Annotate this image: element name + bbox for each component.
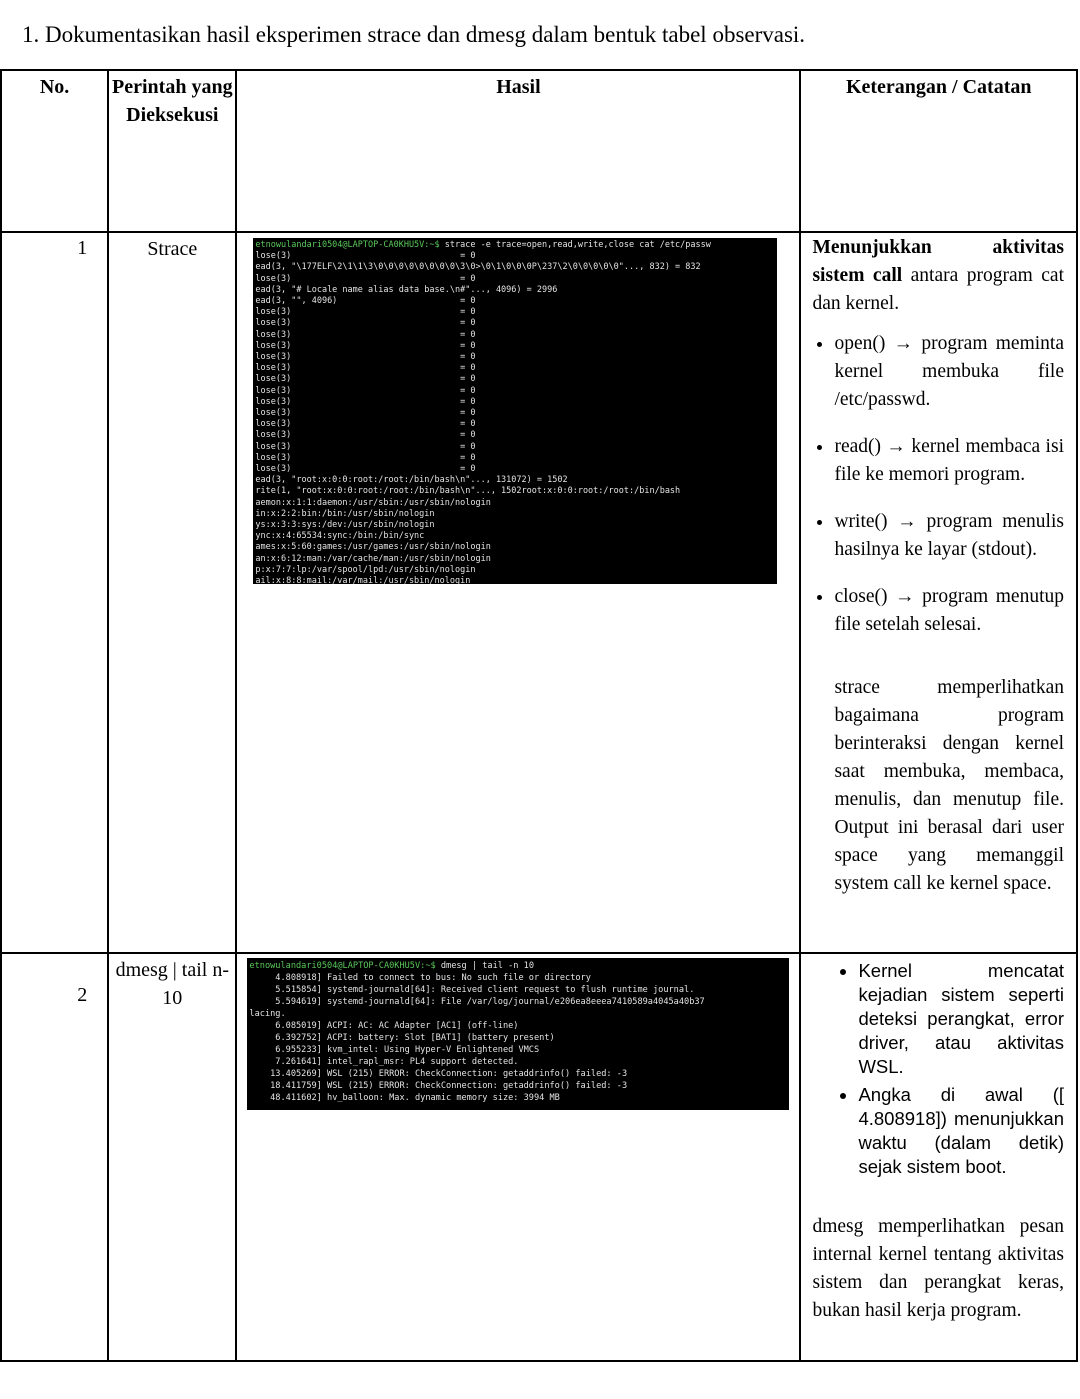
row-number: 2 — [0, 952, 110, 1362]
terminal-line: lose(3) = 0 — [255, 408, 476, 419]
terminal-line: aemon:x:1:1:daemon:/usr/sbin:/usr/sbin/n… — [255, 497, 491, 508]
terminal-line: 18.411759] WSL (215) ERROR: CheckConnect… — [249, 1081, 628, 1091]
list-item: write() → program menulis hasilnya ke la… — [834, 508, 1064, 564]
table-header-row: No. Perintah yang Dieksekusi Hasil Keter… — [0, 69, 1078, 233]
header-notes: Keterangan / Catatan — [799, 69, 1078, 233]
terminal-line: rite(1, "root:x:0:0:root:/root:/bin/bash… — [255, 486, 681, 497]
terminal-line: lacing. — [249, 1009, 286, 1019]
notes-bullet-list: Kernel mencatat kejadian sistem seperti … — [812, 959, 1064, 1179]
row-command: Strace — [107, 231, 238, 954]
terminal-line: p:x:7:7:lp:/var/spool/lpd:/usr/sbin/nolo… — [255, 564, 476, 575]
terminal-line: lose(3) = 0 — [255, 307, 476, 318]
terminal-line: lose(3) = 0 — [255, 363, 476, 374]
table-row: 1 Strace etnowulandari0504@LAPTOP-CA0KHU… — [0, 231, 1078, 954]
row-number: 1 — [0, 231, 110, 954]
terminal-line: ail:x:8:8:mail:/var/mail:/usr/sbin/nolog… — [255, 576, 471, 584]
header-command: Perintah yang Dieksekusi — [107, 69, 238, 233]
dmesg-terminal-screenshot: etnowulandari0504@LAPTOP-CA0KHU5V:~$ dme… — [247, 958, 790, 1110]
terminal-line: 48.411602] hv_balloon: Max. dynamic memo… — [249, 1093, 560, 1103]
notes-intro: Menunjukkan aktivitas sistem call antara… — [812, 234, 1064, 318]
terminal-line: ames:x:5:60:games:/usr/games:/usr/sbin/n… — [255, 542, 491, 553]
row-result: etnowulandari0504@LAPTOP-CA0KHU5V:~$ str… — [235, 231, 802, 954]
terminal-line: lose(3) = 0 — [255, 452, 476, 463]
terminal-line: ead(3, "# Locale name alias data base.\n… — [255, 284, 558, 295]
row-command: dmesg | tail n-10 — [107, 952, 238, 1362]
list-item: close() → program menutup file setelah s… — [834, 583, 1064, 639]
row-result: etnowulandari0504@LAPTOP-CA0KHU5V:~$ dme… — [235, 952, 802, 1362]
terminal-line: 5.515854] systemd-journald[64]: Received… — [249, 985, 695, 995]
terminal-line: lose(3) = 0 — [255, 318, 476, 329]
terminal-line: 13.405269] WSL (215) ERROR: CheckConnect… — [249, 1069, 628, 1079]
terminal-line: in:x:2:2:bin:/bin:/usr/sbin/nologin — [255, 508, 435, 519]
terminal-line: lose(3) = 0 — [255, 329, 476, 340]
terminal-line: 5.594619] systemd-journald[64]: File /va… — [249, 997, 705, 1007]
terminal-line: lose(3) = 0 — [255, 430, 476, 441]
list-item: open() → program meminta kernel membuka … — [834, 330, 1064, 414]
notes-bullet-list: open() → program meminta kernel membuka … — [812, 330, 1064, 639]
terminal-line: 6.392752] ACPI: battery: Slot [BAT1] (ba… — [249, 1033, 555, 1043]
terminal-line: ead(3, "", 4096) = 0 — [255, 296, 476, 307]
notes-summary: dmesg memperlihatkan pesan internal kern… — [812, 1216, 1064, 1321]
terminal-line: lose(3) = 0 — [255, 419, 476, 430]
page-heading: 1. Dokumentasikan hasil eksperimen strac… — [22, 22, 806, 47]
terminal-line: lose(3) = 0 — [255, 352, 476, 363]
terminal-line: ead(3, "\177ELF\2\1\1\3\0\0\0\0\0\0\0\0\… — [255, 262, 701, 273]
list-item: read() → kernel membaca isi file ke memo… — [834, 433, 1064, 489]
terminal-line: ys:x:3:3:sys:/dev:/usr/sbin/nologin — [255, 520, 435, 531]
terminal-line: lose(3) = 0 — [255, 396, 476, 407]
observation-table: No. Perintah yang Dieksekusi Hasil Keter… — [0, 69, 1078, 1362]
terminal-line: ead(3, "root:x:0:0:root:/root:/bin/bash\… — [255, 475, 568, 486]
terminal-line: etnowulandari0504@LAPTOP-CA0KHU5V:~$ dme… — [249, 961, 534, 971]
terminal-line: 6.085019] ACPI: AC: AC Adapter [AC1] (of… — [249, 1021, 519, 1031]
terminal-line: an:x:6:12:man:/var/cache/man:/usr/sbin/n… — [255, 553, 491, 564]
terminal-line: lose(3) = 0 — [255, 464, 476, 475]
table-row: 2 dmesg | tail n-10 etnowulandari0504@LA… — [0, 952, 1078, 1362]
header-no: No. — [0, 69, 110, 233]
terminal-line: lose(3) = 0 — [255, 340, 476, 351]
terminal-line: ync:x:4:65534:sync:/bin:/bin/sync — [255, 531, 425, 542]
strace-terminal-screenshot: etnowulandari0504@LAPTOP-CA0KHU5V:~$ str… — [253, 238, 778, 584]
terminal-line: 7.261641] intel_rapl_msr: PL4 support de… — [249, 1057, 519, 1067]
list-item: Kernel mencatat kejadian sistem seperti … — [858, 959, 1064, 1079]
list-item: Angka di awal ([ 4.808918]) menunjukkan … — [858, 1083, 1064, 1179]
terminal-line: 6.955233] kvm_intel: Using Hyper-V Enlig… — [249, 1045, 540, 1055]
terminal-line: lose(3) = 0 — [255, 273, 476, 284]
terminal-line: lose(3) = 0 — [255, 374, 476, 385]
terminal-line: 4.808918] Failed to connect to bus: No s… — [249, 973, 591, 983]
terminal-line: lose(3) = 0 — [255, 441, 476, 452]
terminal-line: etnowulandari0504@LAPTOP-CA0KHU5V:~$ str… — [255, 240, 711, 250]
terminal-line: lose(3) = 0 — [255, 251, 476, 262]
row-notes: Kernel mencatat kejadian sistem seperti … — [799, 952, 1078, 1362]
header-result: Hasil — [235, 69, 802, 233]
notes-summary: strace memperlihatkan bagaimana program … — [834, 677, 1064, 894]
terminal-line: lose(3) = 0 — [255, 385, 476, 396]
row-notes: Menunjukkan aktivitas sistem call antara… — [799, 231, 1078, 954]
